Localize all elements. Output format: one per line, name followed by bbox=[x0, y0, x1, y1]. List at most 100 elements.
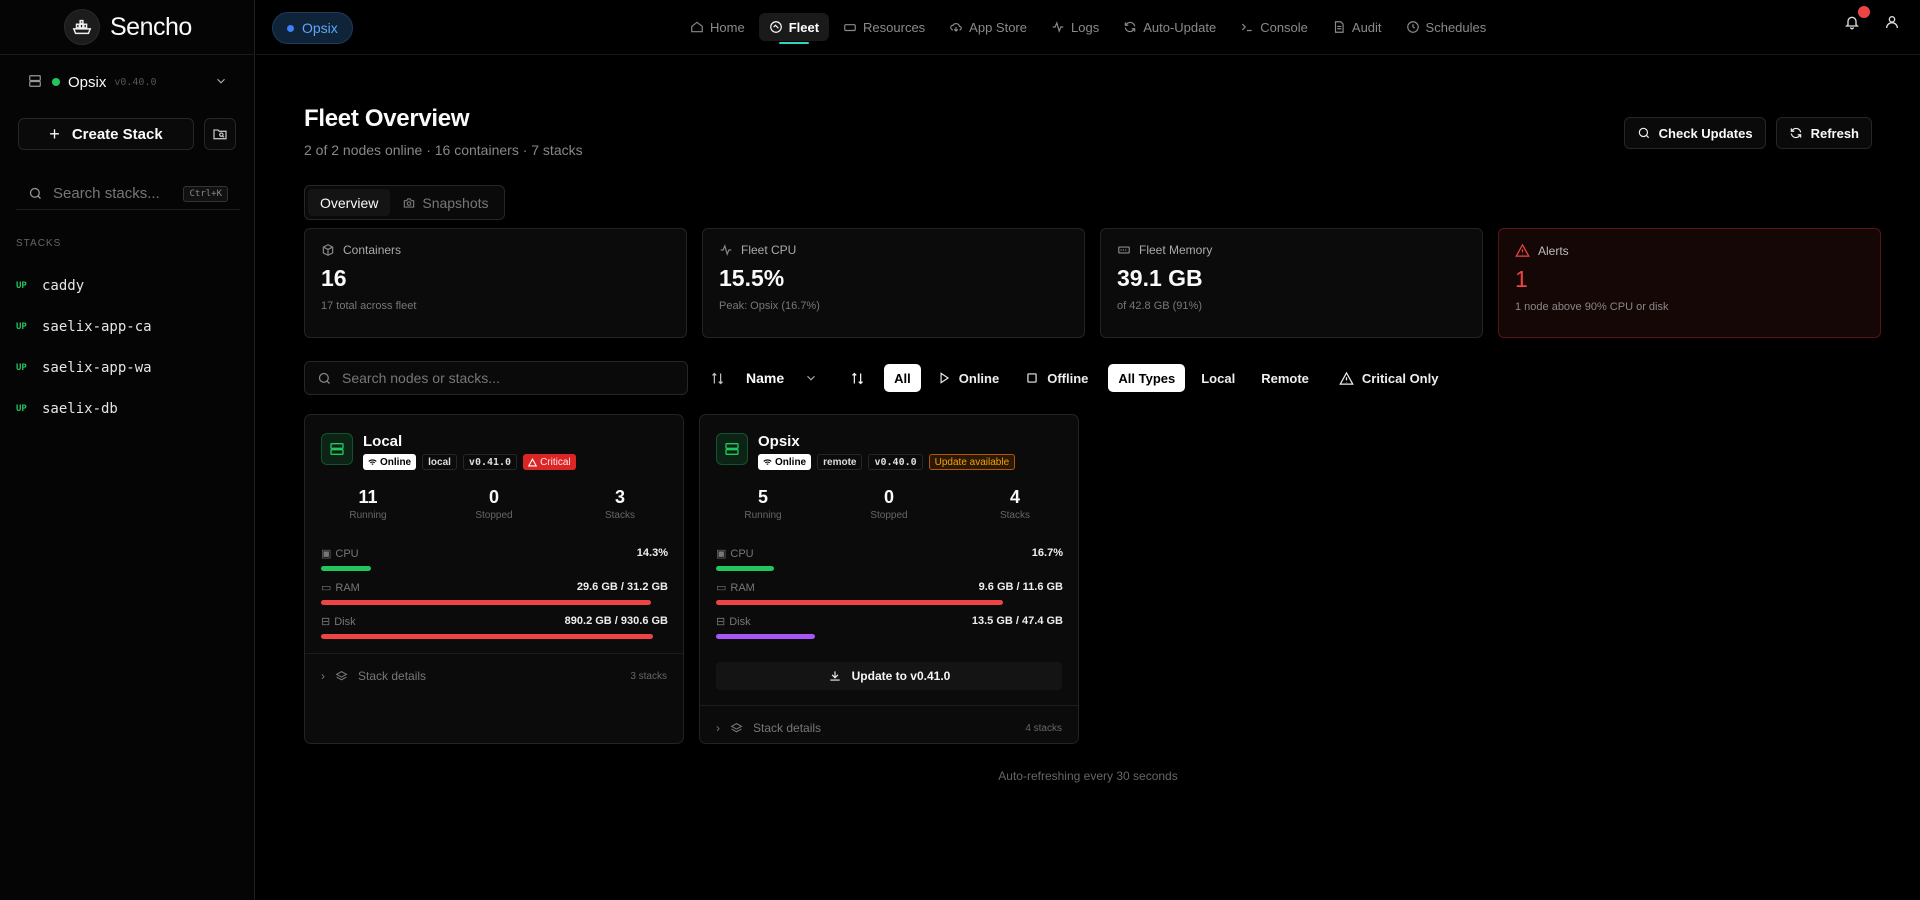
disk-icon: ⊟ bbox=[321, 616, 331, 628]
node-card-opsix[interactable]: Opsix Online remote v0.40.0 Update avail… bbox=[699, 414, 1079, 744]
nav-label: Console bbox=[1260, 19, 1308, 35]
filter-bar: Search nodes or stacks... Name All Onlin… bbox=[304, 361, 1872, 395]
chevron-down-icon bbox=[214, 74, 228, 91]
stack-item[interactable]: UP saelix-db bbox=[16, 388, 152, 429]
wifi-icon bbox=[368, 458, 377, 465]
stack-details-toggle[interactable]: › Stack details 4 stacks bbox=[716, 721, 1062, 735]
filter-critical-only[interactable]: Critical Only bbox=[1329, 364, 1449, 392]
memory-icon: ▭ bbox=[321, 582, 332, 594]
play-icon bbox=[940, 372, 949, 384]
stack-item[interactable]: UP saelix-app-ca bbox=[16, 306, 152, 347]
filter-online[interactable]: Online bbox=[927, 364, 1009, 392]
stack-count: 4 stacks bbox=[1025, 722, 1062, 734]
sidebar: Sencho Opsix v0.40.0 + Create Stack Sear… bbox=[0, 0, 255, 900]
type-badge: local bbox=[422, 454, 457, 470]
warning-icon bbox=[1515, 243, 1530, 257]
search-icon bbox=[29, 187, 41, 199]
nav-schedules[interactable]: Schedules bbox=[1396, 13, 1497, 41]
version-badge: v0.40.0 bbox=[868, 454, 923, 470]
layers-icon bbox=[730, 722, 743, 732]
node-search-input[interactable]: Search nodes or stacks... bbox=[304, 361, 688, 395]
user-menu-button[interactable] bbox=[1884, 14, 1900, 35]
server-icon bbox=[716, 433, 748, 465]
sort-select[interactable]: Name bbox=[746, 370, 818, 386]
stack-status: UP bbox=[16, 280, 27, 291]
stack-count: 3 stacks bbox=[630, 670, 667, 682]
page-subtitle: 2 of 2 nodes online · 16 containers · 7 … bbox=[304, 142, 583, 158]
stat-fleet-cpu: Fleet CPU 15.5% Peak: Opsix (16.7%) bbox=[702, 228, 1085, 338]
filter-offline[interactable]: Offline bbox=[1015, 364, 1098, 392]
square-icon bbox=[1027, 373, 1037, 383]
folder-search-button[interactable] bbox=[204, 118, 236, 150]
node-selector[interactable]: Opsix v0.40.0 bbox=[18, 66, 238, 98]
stat-sub: 17 total across fleet bbox=[321, 300, 417, 312]
stat-label: Alerts bbox=[1538, 243, 1569, 258]
stack-item[interactable]: UP caddy bbox=[16, 265, 152, 306]
stack-item[interactable]: UP saelix-app-wa bbox=[16, 347, 152, 388]
node-card-local[interactable]: Local Online local v0.41.0 Critical 11 R… bbox=[304, 414, 684, 744]
cpu-metric: ▣ CPU 14.3% bbox=[321, 547, 668, 571]
refresh-icon bbox=[1790, 127, 1801, 139]
download-icon bbox=[829, 671, 840, 681]
nav-resources[interactable]: Resources bbox=[833, 13, 935, 41]
app-name: Sencho bbox=[110, 12, 192, 41]
cpu-icon: ▣ bbox=[321, 548, 332, 560]
stat-label: Fleet CPU bbox=[741, 243, 797, 257]
notifications-button[interactable] bbox=[1844, 6, 1870, 35]
stack-details-toggle[interactable]: › Stack details 3 stacks bbox=[321, 669, 667, 683]
memory-icon: ▭ bbox=[716, 582, 727, 594]
search-placeholder: Search stacks... bbox=[53, 185, 160, 202]
tab-snapshots[interactable]: Snapshots bbox=[390, 189, 500, 216]
nav-app-store[interactable]: App Store bbox=[939, 13, 1037, 41]
disk-icon: ⊟ bbox=[716, 616, 726, 628]
top-bar: Opsix Home Fleet Resources App Store Log… bbox=[256, 0, 1920, 55]
ram-metric: ▭ RAM 29.6 GB / 31.2 GB bbox=[321, 581, 668, 605]
running-count: 11 Running bbox=[349, 487, 387, 521]
online-dot bbox=[52, 78, 60, 86]
refresh-button[interactable]: Refresh bbox=[1775, 117, 1872, 149]
filter-all-types[interactable]: All Types bbox=[1108, 364, 1186, 392]
nav-label: Schedules bbox=[1425, 19, 1487, 35]
stat-label: Fleet Memory bbox=[1139, 243, 1213, 257]
filter-local[interactable]: Local bbox=[1191, 364, 1245, 392]
running-count: 5 Running bbox=[744, 487, 782, 521]
active-node-pill[interactable]: Opsix bbox=[272, 12, 353, 44]
fleet-icon bbox=[769, 21, 782, 33]
terminal-icon bbox=[1242, 23, 1252, 32]
drive-icon bbox=[844, 24, 856, 32]
nav-home[interactable]: Home bbox=[680, 13, 755, 41]
stat-sub: Peak: Opsix (16.7%) bbox=[719, 300, 820, 312]
filter-all[interactable]: All bbox=[884, 364, 921, 392]
node-name: Local bbox=[363, 433, 403, 450]
tab-overview[interactable]: Overview bbox=[308, 189, 391, 216]
nav-console[interactable]: Console bbox=[1230, 13, 1318, 41]
stack-search-input[interactable]: Search stacks... Ctrl+K bbox=[16, 178, 240, 210]
nav-audit[interactable]: Audit bbox=[1322, 13, 1392, 41]
sort-order-button[interactable] bbox=[842, 363, 872, 393]
disk-bar bbox=[716, 634, 815, 639]
refresh-icon bbox=[1124, 21, 1136, 33]
nav-auto-update[interactable]: Auto-Update bbox=[1113, 13, 1226, 41]
sort-direction-button[interactable] bbox=[702, 363, 732, 393]
warning-icon bbox=[528, 457, 538, 466]
sort-value: Name bbox=[746, 370, 785, 386]
filter-label: Critical Only bbox=[1361, 370, 1439, 386]
stack-name: caddy bbox=[42, 277, 85, 294]
nav-logs[interactable]: Logs bbox=[1041, 13, 1109, 41]
active-node-label: Opsix bbox=[302, 20, 338, 36]
activity-icon bbox=[1052, 21, 1064, 33]
check-updates-button[interactable]: Check Updates bbox=[1623, 117, 1766, 149]
update-node-button[interactable]: Update to v0.41.0 bbox=[716, 662, 1062, 690]
stacks-count: 3 Stacks bbox=[604, 487, 635, 521]
chevron-right-icon: › bbox=[321, 669, 325, 683]
stat-containers: Containers 16 17 total across fleet bbox=[304, 228, 687, 338]
create-stack-button[interactable]: + Create Stack bbox=[18, 118, 194, 150]
stacks-header: STACKS bbox=[16, 238, 62, 249]
nav-fleet[interactable]: Fleet bbox=[758, 13, 830, 44]
page-title: Fleet Overview bbox=[304, 105, 470, 132]
stat-alerts: Alerts 1 1 node above 90% CPU or disk bbox=[1498, 228, 1881, 338]
user-icon bbox=[1886, 16, 1898, 29]
camera-icon bbox=[404, 197, 415, 208]
filter-remote[interactable]: Remote bbox=[1251, 364, 1319, 392]
cloud-download-icon bbox=[950, 23, 962, 32]
